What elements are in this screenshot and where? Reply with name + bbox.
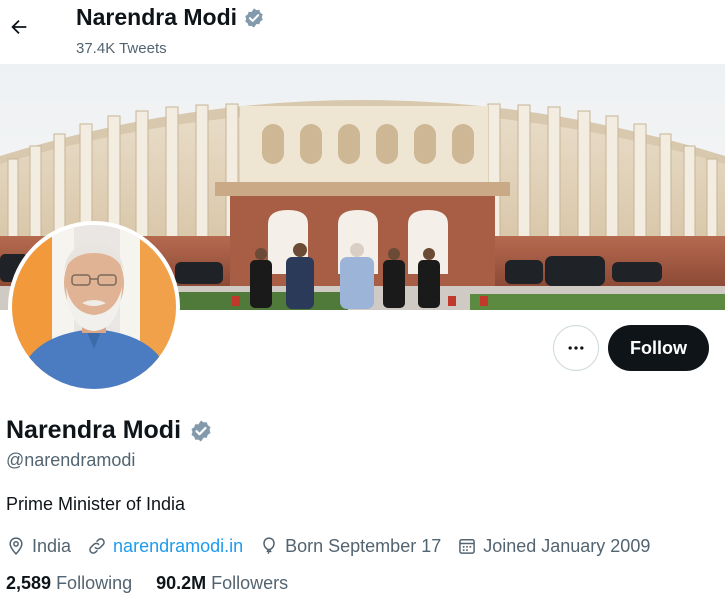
avatar[interactable] [8,221,180,393]
profile-stats: 2,589 Following 90.2M Followers [6,573,312,594]
header-title: Narendra Modi [76,4,265,31]
website-link[interactable]: narendramodi.in [113,536,243,557]
more-options-button[interactable] [553,325,599,371]
link-icon [89,538,105,554]
following-link[interactable]: 2,589 Following [6,573,132,594]
meta-website: narendramodi.in [87,536,243,557]
follow-button[interactable]: Follow [608,325,709,371]
followers-count: 90.2M [156,573,207,593]
avatar-image [12,225,176,389]
following-label: Following [56,573,133,593]
profile-name: Narendra Modi [6,416,182,444]
profile-handle: @narendramodi [6,450,136,470]
meta-birthday: Born September 17 [259,536,441,557]
header-name: Narendra Modi [76,4,238,30]
location-pin-icon [9,537,23,555]
following-count: 2,589 [6,573,52,593]
calendar-icon [459,539,476,554]
location-text: India [32,535,72,556]
balloon-icon [263,537,275,554]
profile-name-row: Narendra Modi [6,416,213,445]
tweet-count: 37.4K Tweets [76,40,167,57]
verified-badge-icon [245,7,263,28]
birthday-text: Born September 17 [285,535,442,556]
followers-link[interactable]: 90.2M Followers [156,573,288,594]
followers-label: Followers [211,573,289,593]
joined-text: Joined January 2009 [483,535,651,556]
meta-location: India [6,536,71,557]
ellipsis-icon [568,346,584,350]
profile-bio: Prime Minister of India [6,494,186,514]
profile-meta: India narendramodi.in Born September 17 … [6,533,666,559]
verified-badge-icon[interactable] [189,419,213,443]
profile-header-bar: Narendra Modi 37.4K Tweets [0,0,725,64]
meta-joined: Joined January 2009 [457,536,650,557]
back-button[interactable] [6,14,32,40]
arrow-left-icon [11,19,27,35]
